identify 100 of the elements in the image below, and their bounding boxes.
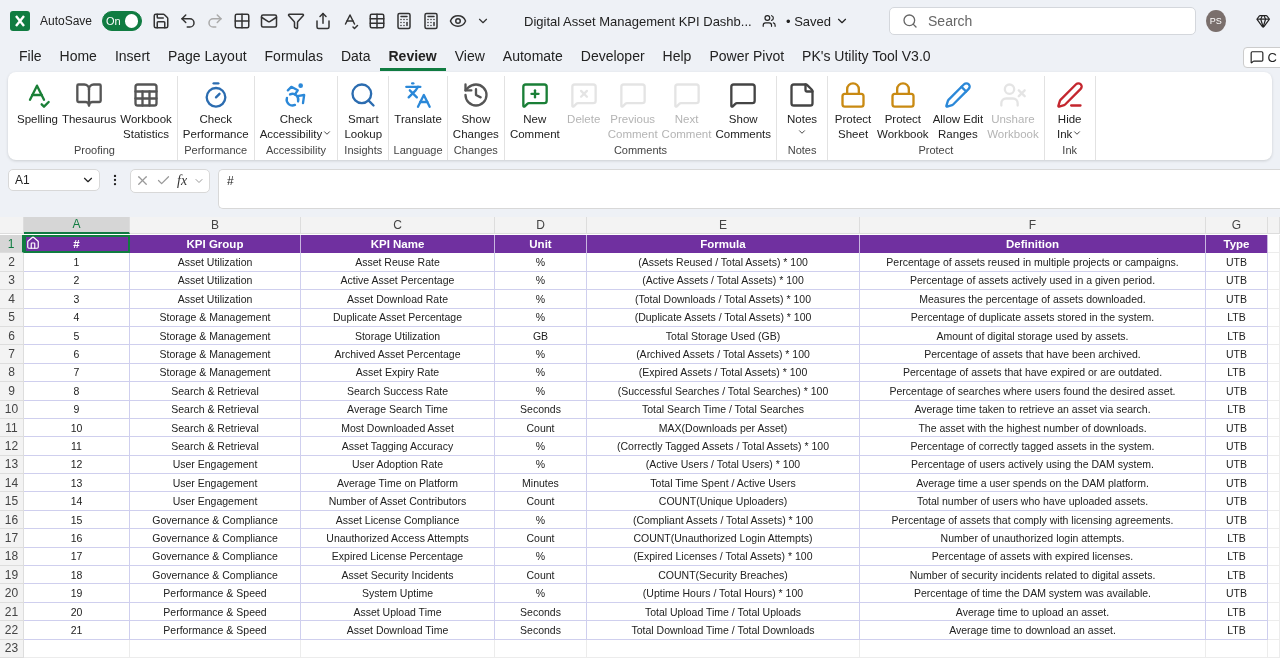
row-header[interactable]: 15 xyxy=(0,492,24,511)
table-cell: Search & Retrieval xyxy=(130,437,301,456)
table-cell: UTB xyxy=(1206,510,1268,530)
column-heading: KPI Name xyxy=(301,235,495,254)
table-cell: 13 xyxy=(24,474,130,493)
table-icon[interactable] xyxy=(368,12,387,31)
ribbon-command[interactable]: Spelling xyxy=(16,75,59,144)
row-header[interactable]: 20 xyxy=(0,584,24,603)
row-header[interactable]: 9 xyxy=(0,382,24,401)
column-header[interactable]: C xyxy=(301,216,495,234)
column-header[interactable]: E xyxy=(587,216,860,234)
table-cell: Storage & Management xyxy=(130,345,301,364)
table-cell: Percentage of users actively using the DAM system. xyxy=(860,455,1206,475)
search-field[interactable]: Search xyxy=(889,7,1196,36)
mail-icon[interactable] xyxy=(260,12,279,31)
ribbon-command[interactable]: Check Performance xyxy=(181,75,250,144)
table-cell xyxy=(1268,437,1280,456)
ribbon-command[interactable]: Thesaurus xyxy=(60,75,118,144)
row-header[interactable]: 1 xyxy=(0,235,24,254)
column-heading: Type xyxy=(1206,235,1268,254)
diamond-icon[interactable] xyxy=(1255,13,1270,30)
table-cell: Storage & Management xyxy=(130,308,301,327)
comments-button[interactable]: C xyxy=(1242,46,1280,68)
name-box[interactable]: A1 xyxy=(8,168,100,191)
menu-tab[interactable]: Formulas xyxy=(255,43,332,71)
table-cell: Number of Asset Contributors xyxy=(301,492,495,511)
table-cell: 18 xyxy=(24,566,130,585)
table-cell xyxy=(1268,418,1280,438)
home-icon[interactable] xyxy=(26,236,40,250)
group-label: Comments xyxy=(613,143,668,158)
menu-tab[interactable]: Home xyxy=(50,43,106,71)
row-header[interactable]: 17 xyxy=(0,529,24,548)
table-cell: UTB xyxy=(1206,271,1268,291)
table-cell xyxy=(1268,345,1280,364)
column-header[interactable]: A xyxy=(24,216,130,234)
table-cell xyxy=(1268,529,1280,548)
table-cell: Minutes xyxy=(495,474,587,493)
table-cell: Percentage of duplicate assets stored in the system. xyxy=(860,308,1206,327)
table-cell: Performance & Speed xyxy=(130,602,301,622)
menu-tab[interactable]: Data xyxy=(331,43,380,71)
table-cell xyxy=(1268,400,1280,419)
calculator-icon[interactable] xyxy=(395,12,414,31)
table-cell: Search & Retrieval xyxy=(130,382,301,401)
borders-icon[interactable] xyxy=(233,12,252,31)
table-cell: % xyxy=(495,345,587,364)
ribbon-command[interactable]: Translate xyxy=(393,75,443,144)
table-cell: 12 xyxy=(24,455,130,475)
column-header[interactable]: F xyxy=(860,216,1206,234)
ribbon-command[interactable]: Show Changes xyxy=(451,75,500,144)
ribbon-command[interactable]: Protect Sheet xyxy=(832,75,875,144)
ribbon-command[interactable]: Notes xyxy=(781,75,824,144)
table-cell xyxy=(1268,474,1280,493)
autosave-toggle[interactable]: On xyxy=(102,11,143,32)
menu-tab[interactable]: Automate xyxy=(493,43,572,71)
ribbon-command[interactable]: Protect Workbook xyxy=(876,75,930,144)
user-avatar[interactable]: PS xyxy=(1206,10,1226,33)
table-cell: Average Search Time xyxy=(301,400,495,419)
table-cell: Seconds xyxy=(495,400,587,419)
menu-tab[interactable]: Insert xyxy=(105,43,159,71)
undo-icon[interactable] xyxy=(179,12,198,31)
menu-tab[interactable]: Page Layout xyxy=(158,43,256,71)
menu-tab[interactable]: PK's Utility Tool V3.0 xyxy=(793,43,940,71)
menu-tab[interactable]: Power Pivot xyxy=(700,43,794,71)
formula-input[interactable]: # xyxy=(218,168,1280,209)
column-header[interactable]: G xyxy=(1206,216,1268,234)
column-header[interactable]: B xyxy=(130,216,301,234)
save-status[interactable]: • Saved xyxy=(786,13,849,29)
table-cell: Percentage of assets that have expired or are outdated. xyxy=(860,363,1206,383)
table-cell: Asset License Compliance xyxy=(301,510,495,530)
menu-tab[interactable]: Help xyxy=(653,43,701,71)
row-header[interactable]: 7 xyxy=(0,345,24,364)
row-header[interactable]: 22 xyxy=(0,621,24,640)
row-header[interactable]: 19 xyxy=(0,566,24,585)
row-header[interactable]: 2 xyxy=(0,253,24,272)
ribbon-command[interactable]: Show Comments xyxy=(714,75,773,144)
ribbon-command[interactable]: Workbook Statistics xyxy=(119,75,173,144)
people-icon[interactable] xyxy=(761,13,776,30)
ribbon-command[interactable]: New Comment xyxy=(508,75,561,144)
table-cell xyxy=(1268,455,1280,475)
ribbon-command[interactable]: Smart Lookup xyxy=(342,75,385,144)
row-header[interactable]: 4 xyxy=(0,290,24,309)
table-cell: COUNT(Security Breaches) xyxy=(587,566,860,585)
table-cell: Asset Security Incidents xyxy=(301,566,495,585)
ribbon-command[interactable]: Hide Ink xyxy=(1048,75,1091,144)
table-cell: Seconds xyxy=(495,621,587,640)
table-cell: % xyxy=(495,308,587,327)
ribbon-command[interactable]: Allow Edit Ranges xyxy=(931,75,985,144)
row-header[interactable]: 14 xyxy=(0,474,24,493)
menu-tab[interactable]: Developer xyxy=(571,43,654,71)
row-header[interactable]: 12 xyxy=(0,437,24,456)
menu-tab[interactable]: File xyxy=(10,43,51,71)
menu-tab[interactable]: View xyxy=(445,43,494,71)
fx-icon[interactable]: fx xyxy=(177,172,188,189)
save-icon[interactable] xyxy=(152,12,171,31)
filter-icon[interactable] xyxy=(287,12,306,31)
calculator-icon[interactable] xyxy=(422,12,441,31)
ribbon-command[interactable]: Check Accessibility xyxy=(258,75,334,144)
table-cell: LTB xyxy=(1206,326,1268,346)
column-header[interactable]: D xyxy=(495,216,587,234)
share-icon[interactable] xyxy=(314,12,333,31)
